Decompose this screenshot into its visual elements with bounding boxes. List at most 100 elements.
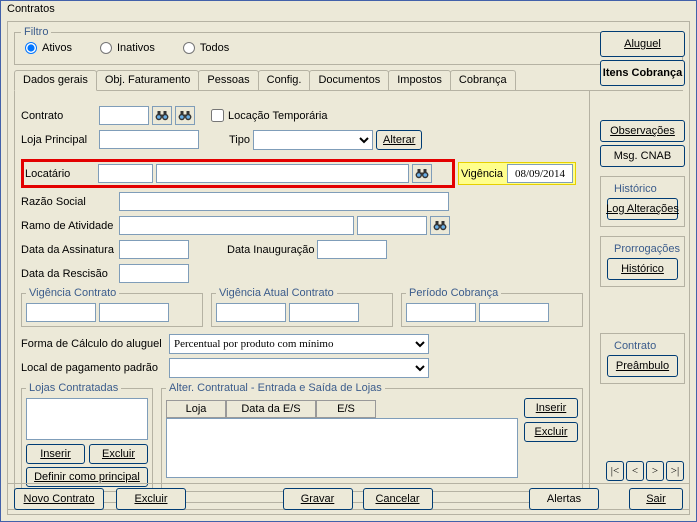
group-historico: Histórico Log Alterações — [600, 176, 685, 227]
excluir-loja-button[interactable]: Excluir — [89, 444, 148, 464]
group-periodo-cobranca: Período Cobrança — [401, 287, 583, 327]
label-ramo-atividade: Ramo de Atividade — [21, 220, 116, 232]
table-header: Loja Data da E/S E/S — [166, 400, 518, 418]
filter-ativos-radio[interactable] — [25, 42, 37, 54]
tab-cobranca[interactable]: Cobrança — [450, 70, 516, 90]
input-data-inauguracao[interactable] — [317, 240, 387, 259]
alterar-button-label: Alterar — [383, 134, 415, 146]
lookup1-icon[interactable] — [152, 106, 172, 125]
aluguel-label: Aluguel — [624, 38, 661, 50]
record-nav: |< < > >| — [606, 461, 684, 481]
tab-dados-gerais[interactable]: Dados gerais — [14, 70, 97, 91]
select-tipo[interactable] — [253, 130, 373, 150]
historico-prorrog-button[interactable]: Histórico — [607, 258, 678, 280]
group-alter-contratual: Alter. Contratual - Entrada e Saída de L… — [161, 382, 583, 492]
sair-button[interactable]: Sair — [629, 488, 683, 510]
label-forma-calculo: Forma de Cálculo do aluguel — [21, 338, 166, 350]
excluir-footer-button[interactable]: Excluir — [116, 488, 186, 510]
label-razao-social: Razão Social — [21, 196, 116, 208]
tab-obj-faturamento[interactable]: Obj. Faturamento — [96, 70, 200, 90]
lookup-ramo-icon[interactable] — [430, 216, 450, 235]
input-ramo-ativ-name[interactable] — [357, 216, 427, 235]
tab-config[interactable]: Config. — [258, 70, 311, 90]
filter-todos-radio[interactable] — [183, 42, 195, 54]
nav-first-button[interactable]: |< — [606, 461, 624, 481]
input-vig-atual-from[interactable] — [216, 303, 286, 322]
tab-impostos[interactable]: Impostos — [388, 70, 451, 90]
label-contrato: Contrato — [21, 110, 96, 122]
filter-todos[interactable]: Todos — [183, 42, 229, 54]
filter-todos-label: Todos — [200, 42, 229, 54]
col-data-es: Data da E/S — [226, 400, 316, 418]
input-ramo-ativ-code[interactable] — [119, 216, 354, 235]
input-razao-social[interactable] — [119, 192, 449, 211]
nav-prev-button[interactable]: < — [626, 461, 644, 481]
input-periodo-from[interactable] — [406, 303, 476, 322]
input-vig-contrato-from[interactable] — [26, 303, 96, 322]
lookup2-icon[interactable] — [175, 106, 195, 125]
legend-vig-contrato: Vigência Contrato — [26, 287, 119, 299]
observacoes-button[interactable]: Observações — [600, 120, 685, 142]
input-contrato[interactable] — [99, 106, 149, 125]
checkbox-loc-temporaria-input[interactable] — [211, 109, 224, 122]
preambulo-button[interactable]: Preâmbulo — [607, 355, 678, 377]
excluir-alter-button[interactable]: Excluir — [524, 422, 578, 442]
input-loja-principal[interactable] — [99, 130, 199, 149]
gravar-label: Gravar — [301, 493, 335, 505]
filter-legend: Filtro — [21, 26, 51, 38]
group-prorrogacoes: Prorrogações Histórico — [600, 236, 685, 287]
group-contrato: Contrato Preâmbulo — [600, 333, 685, 384]
sidebar: Aluguel Itens Cobrança Observações Msg. … — [600, 31, 685, 384]
col-es: E/S — [316, 400, 376, 418]
col-loja: Loja — [166, 400, 226, 418]
input-periodo-to[interactable] — [479, 303, 549, 322]
select-local-pagamento[interactable] — [169, 358, 429, 378]
input-data-rescisao[interactable] — [119, 264, 189, 283]
tabs: Dados gerais Obj. Faturamento Pessoas Co… — [14, 69, 683, 91]
label-data-inauguracao: Data Inauguração — [227, 244, 314, 256]
itens-cobranca-button[interactable]: Itens Cobrança — [600, 60, 685, 86]
gravar-button[interactable]: Gravar — [283, 488, 353, 510]
filter-ativos[interactable]: Ativos — [25, 42, 72, 54]
nav-next-button[interactable]: > — [646, 461, 664, 481]
msg-cnab-button[interactable]: Msg. CNAB — [600, 145, 685, 167]
historico-prorrog-label: Histórico — [621, 263, 664, 275]
select-forma-calculo[interactable]: Percentual por produto com mínimo — [169, 334, 429, 354]
cancelar-button[interactable]: Cancelar — [363, 488, 433, 510]
log-alteracoes-button[interactable]: Log Alterações — [607, 198, 678, 220]
alterar-button[interactable]: Alterar — [376, 130, 422, 150]
excluir-loja-label: Excluir — [102, 448, 135, 460]
input-locatario-name[interactable] — [156, 164, 409, 183]
filter-inativos-radio[interactable] — [100, 42, 112, 54]
filter-inativos[interactable]: Inativos — [100, 42, 155, 54]
checkbox-loc-temporaria[interactable]: Locação Temporária — [211, 109, 327, 122]
input-data-assinatura[interactable] — [119, 240, 189, 259]
list-alter-contratual[interactable] — [166, 418, 518, 478]
aluguel-button[interactable]: Aluguel — [600, 31, 685, 57]
filter-inativos-label: Inativos — [117, 42, 155, 54]
input-vig-atual-to[interactable] — [289, 303, 359, 322]
vigencia-highlight: Vigência — [458, 162, 576, 185]
input-vig-contrato-to[interactable] — [99, 303, 169, 322]
legend-lojas-contratadas: Lojas Contratadas — [26, 382, 121, 394]
lookup-locatario-icon[interactable] — [412, 164, 432, 183]
group-lojas-contratadas: Lojas Contratadas Inserir Excluir Defini… — [21, 382, 153, 492]
input-locatario-code[interactable] — [98, 164, 153, 183]
tab-pessoas[interactable]: Pessoas — [198, 70, 258, 90]
novo-contrato-button[interactable]: Novo Contrato — [14, 488, 104, 510]
definir-principal-label: Definir como principal — [34, 471, 140, 483]
filter-group: Filtro Ativos Inativos Todos — [14, 26, 683, 65]
tab-documentos[interactable]: Documentos — [309, 70, 389, 90]
log-alteracoes-label: Log Alterações — [606, 203, 679, 215]
nav-last-button[interactable]: >| — [666, 461, 684, 481]
footer-toolbar: Novo Contrato Excluir Gravar Cancelar Al… — [7, 483, 690, 515]
list-lojas-contratadas[interactable] — [26, 398, 148, 440]
label-locatario: Locatário — [25, 168, 95, 180]
label-tipo: Tipo — [229, 134, 250, 146]
input-vigencia[interactable] — [507, 164, 573, 183]
alertas-button[interactable]: Alertas — [529, 488, 599, 510]
legend-periodo-cobranca: Período Cobrança — [406, 287, 501, 299]
inserir-loja-button[interactable]: Inserir — [26, 444, 85, 464]
inserir-loja-label: Inserir — [40, 448, 71, 460]
inserir-alter-button[interactable]: Inserir — [524, 398, 578, 418]
